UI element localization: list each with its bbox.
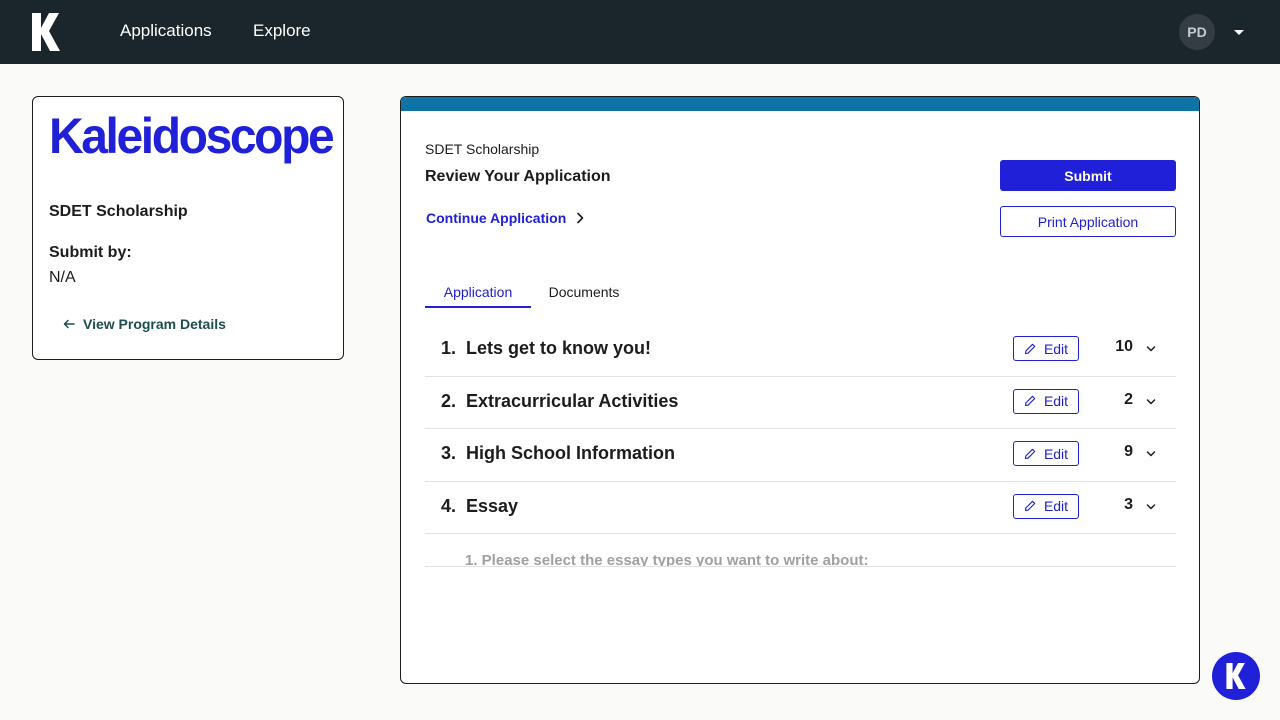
pencil-icon <box>1024 500 1036 512</box>
section-row[interactable]: 4. Essay Edit 3 <box>425 482 1176 534</box>
edit-label: Edit <box>1043 393 1069 409</box>
submit-by-label: Submit by: <box>49 244 132 261</box>
edit-section-button[interactable]: Edit <box>1013 336 1079 361</box>
edit-label: Edit <box>1043 340 1069 357</box>
kaleidoscope-k-icon <box>1226 663 1246 689</box>
view-program-details-label: View Program Details <box>83 316 226 332</box>
tab-bar: Application Documents <box>425 276 725 309</box>
pencil-icon <box>1024 395 1036 407</box>
section-title: 2. Extracurricular Activities <box>441 390 679 411</box>
edit-section-button[interactable]: Edit <box>1013 388 1079 414</box>
chevron-down-icon[interactable] <box>1145 396 1157 408</box>
program-name: SDET Scholarship <box>425 141 540 157</box>
caret-down-icon[interactable] <box>1233 27 1245 37</box>
question-count: 10 <box>1115 338 1133 355</box>
continue-application-link[interactable]: Continue Application <box>426 210 584 226</box>
edit-label: Edit <box>1043 445 1069 462</box>
section-row[interactable]: 2. Extracurricular Activities Edit 2 <box>425 377 1176 429</box>
edit-section-button[interactable]: Edit <box>1013 493 1079 519</box>
print-application-button[interactable]: Print Application <box>1000 206 1176 237</box>
page-title: Review Your Application <box>425 168 611 185</box>
submit-button[interactable]: Submit <box>1000 160 1176 191</box>
top-nav: Applications Explore PD <box>0 0 1280 64</box>
tab-documents[interactable]: Documents <box>531 276 637 308</box>
pencil-icon <box>1024 448 1036 459</box>
tab-application[interactable]: Application <box>425 276 531 308</box>
arrow-left-icon <box>63 319 75 329</box>
user-avatar[interactable]: PD <box>1179 14 1215 50</box>
section-list: 1. Lets get to know you! Edit 10 2. Extr… <box>425 324 1176 567</box>
essay-question-preview: 1. Please select the essay types you wan… <box>425 534 1176 567</box>
kaleidoscope-logo-icon[interactable] <box>32 13 60 51</box>
help-chat-button[interactable] <box>1212 652 1260 700</box>
section-row[interactable]: 3. High School Information Edit 9 <box>425 429 1176 482</box>
section-title: 1. Lets get to know you! <box>441 338 652 358</box>
nav-explore-link[interactable]: Explore <box>253 21 311 41</box>
nav-applications-link[interactable]: Applications <box>120 21 212 41</box>
submit-by-value: N/A <box>49 269 76 286</box>
question-text: 1. Please select the essay types you wan… <box>465 552 869 567</box>
continue-application-label: Continue Application <box>426 210 567 226</box>
program-title: SDET Scholarship <box>49 203 188 220</box>
question-count: 3 <box>1124 495 1133 513</box>
edit-section-button[interactable]: Edit <box>1013 441 1079 466</box>
panel-accent-bar <box>401 97 1199 111</box>
pencil-icon <box>1024 343 1036 354</box>
section-title: 3. High School Information <box>441 443 675 463</box>
question-count: 9 <box>1124 443 1133 460</box>
chevron-down-icon[interactable] <box>1145 448 1157 460</box>
chevron-down-icon[interactable] <box>1145 343 1157 355</box>
program-card: Kaleidoscope SDET Scholarship Submit by:… <box>32 96 344 360</box>
question-count: 2 <box>1124 390 1133 408</box>
brand-logo: Kaleidoscope <box>49 109 335 165</box>
review-panel: SDET Scholarship Review Your Application… <box>400 96 1200 684</box>
view-program-details-link[interactable]: View Program Details <box>63 316 226 332</box>
chevron-down-icon[interactable] <box>1145 501 1157 513</box>
edit-label: Edit <box>1043 498 1069 514</box>
chevron-right-icon <box>577 212 584 224</box>
section-row[interactable]: 1. Lets get to know you! Edit 10 <box>425 324 1176 377</box>
section-title: 4. Essay <box>441 495 519 516</box>
